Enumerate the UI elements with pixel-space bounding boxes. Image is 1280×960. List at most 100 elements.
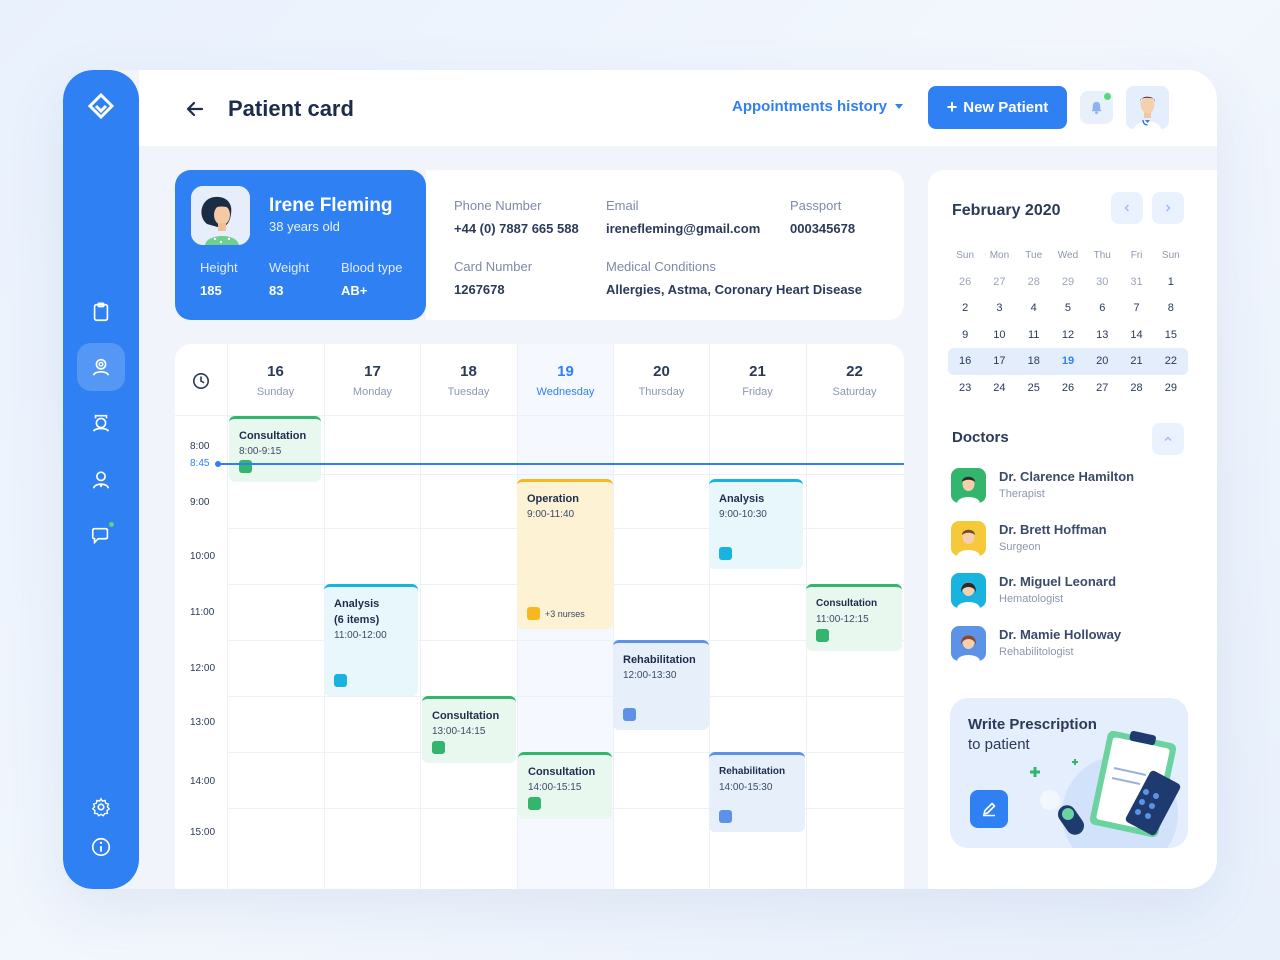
medical-conditions-value: Allergies, Astma, Coronary Heart Disease [606,282,863,297]
event-analysis-items[interactable]: Analysis (6 items) 11:00-12:00 [324,584,418,696]
sidebar-item-nurses[interactable] [77,399,125,447]
calendar-day[interactable]: 3 [982,302,1016,314]
calendar-day[interactable]: 21 [1119,355,1153,367]
calendar-week-row: 26 27 28 29 30 31 1 [948,269,1188,296]
sidebar-item-clipboard[interactable] [77,288,125,336]
calendar-day[interactable]: 9 [948,329,982,341]
write-prescription-button[interactable] [970,790,1008,828]
day-header-wednesday[interactable]: 19 Wednesday [517,344,613,416]
calendar-day[interactable]: 29 [1154,382,1188,394]
calendar-day[interactable]: 7 [1119,302,1153,314]
calendar-day[interactable]: 2 [948,302,982,314]
calendar-day[interactable]: 26 [1051,382,1085,394]
doctor-list-item[interactable]: Dr. Clarence Hamilton Therapist [951,468,1191,508]
phone-value[interactable]: +44 (0) 7887 665 588 [454,221,579,236]
notification-dot [1104,93,1111,100]
event-analysis[interactable]: Analysis 9:00-10:30 [709,479,803,569]
calendar-day[interactable]: 24 [982,382,1016,394]
patient-name: Irene Fleming [269,195,393,216]
doctor-avatar-icon [719,810,732,823]
calendar-day[interactable]: 17 [982,355,1016,367]
event-title: Rehabilitation [719,766,786,777]
calendar-day[interactable]: 1 [1154,276,1188,288]
calendar-day[interactable]: 31 [1119,276,1153,288]
calendar-day[interactable]: 22 [1154,355,1188,367]
weekday-label: Thu [1093,249,1111,261]
calendar-day[interactable]: 8 [1154,302,1188,314]
doctor-name: Dr. Mamie Holloway [999,627,1122,642]
header: Patient card Appointments history + New … [139,70,1217,146]
back-arrow-icon[interactable] [184,98,206,120]
current-time-dot [215,461,221,467]
day-header-friday[interactable]: 21 Friday [709,344,805,416]
calendar-day[interactable]: 5 [1051,302,1085,314]
next-month-button[interactable] [1152,192,1184,224]
calendar-day[interactable]: 14 [1119,329,1153,341]
day-header-thursday[interactable]: 20 Thursday [613,344,709,416]
day-header-saturday[interactable]: 22 Saturday [806,344,902,416]
calendar-day[interactable]: 27 [1085,382,1119,394]
calendar-day[interactable]: 15 [1154,329,1188,341]
event-consultation[interactable]: Consultation 8:00-9:15 [229,416,321,482]
calendar-day[interactable]: 13 [1085,329,1119,341]
calendar-day[interactable]: 27 [982,276,1016,288]
calendar-day[interactable]: 12 [1051,329,1085,341]
calendar-week-row-selected: 16 17 18 19 20 21 22 [948,348,1188,375]
doctor-list-item[interactable]: Dr. Brett Hoffman Surgeon [951,521,1191,561]
calendar-day[interactable]: 20 [1085,355,1119,367]
patient-summary-card: Irene Fleming 38 years old Height 185 We… [175,170,426,320]
logo-icon[interactable] [87,92,115,120]
doctor-list-item[interactable]: Dr. Miguel Leonard Hematologist [951,573,1191,613]
write-prescription-card[interactable]: Write Prescription to patient [950,698,1188,848]
calendar-day[interactable]: 18 [1017,355,1051,367]
calendar-day[interactable]: 16 [948,355,982,367]
calendar-day[interactable]: 28 [1017,276,1051,288]
sidebar-item-patient[interactable] [77,343,125,391]
calendar-week-row: 2 3 4 5 6 7 8 [948,295,1188,322]
calendar-day[interactable]: 29 [1051,276,1085,288]
email-value[interactable]: irenefleming@gmail.com [606,221,760,236]
card-number-field: Card Number 1267678 [454,259,532,297]
event-operation[interactable]: Operation 9:00-11:40 +3 nurses [517,479,613,629]
new-patient-button[interactable]: + New Patient [928,86,1067,129]
calendar-day[interactable]: 4 [1017,302,1051,314]
day-header-tuesday[interactable]: 18 Tuesday [420,344,516,416]
card-number-label: Card Number [454,259,533,274]
notifications-button[interactable] [1080,91,1113,124]
calendar-day[interactable]: 26 [948,276,982,288]
event-time: 9:00-10:30 [719,509,767,520]
sidebar-item-info[interactable] [77,823,125,871]
doctor-role: Hematologist [999,593,1064,605]
day-header-monday[interactable]: 17 Monday [324,344,420,416]
weight-stat: Weight 83 [269,260,309,298]
calendar-day[interactable]: 23 [948,382,982,394]
sidebar-item-messages[interactable] [77,512,125,560]
doctor-avatar-icon [816,629,829,642]
calendar-day[interactable]: 30 [1085,276,1119,288]
calendar-day[interactable]: 25 [1017,382,1051,394]
day-name: Thursday [638,386,685,398]
time-label: 8:00 [190,441,210,452]
event-rehabilitation[interactable]: Rehabilitation 12:00-13:30 [613,640,709,730]
calendar-day-today[interactable]: 19 [1051,355,1085,367]
calendar-day[interactable]: 6 [1085,302,1119,314]
calendar-day[interactable]: 10 [982,329,1016,341]
page-title: Patient card [228,96,354,121]
event-consultation[interactable]: Consultation 11:00-12:15 [806,584,902,651]
day-header-sunday[interactable]: 16 Sunday [227,344,323,416]
event-consultation[interactable]: Consultation 13:00-14:15 [422,696,516,763]
event-title: Rehabilitation [623,654,696,666]
calendar-day[interactable]: 28 [1119,382,1153,394]
calendar-day[interactable]: 11 [1017,329,1051,341]
doctor-list-item[interactable]: Dr. Mamie Holloway Rehabilitologist [951,626,1191,666]
event-rehabilitation[interactable]: Rehabilitation 14:00-15:30 [709,752,805,832]
appointments-history-dropdown[interactable]: Appointments history [732,98,904,115]
collapse-doctors-button[interactable] [1152,423,1184,455]
doctor-avatar [951,573,986,608]
event-extra: +3 nurses [545,609,585,619]
prev-month-button[interactable] [1111,192,1143,224]
medical-conditions-label: Medical Conditions [606,259,716,274]
event-consultation[interactable]: Consultation 14:00-15:15 [518,752,612,819]
user-avatar[interactable] [1126,86,1169,129]
sidebar-item-doctors[interactable] [77,456,125,504]
